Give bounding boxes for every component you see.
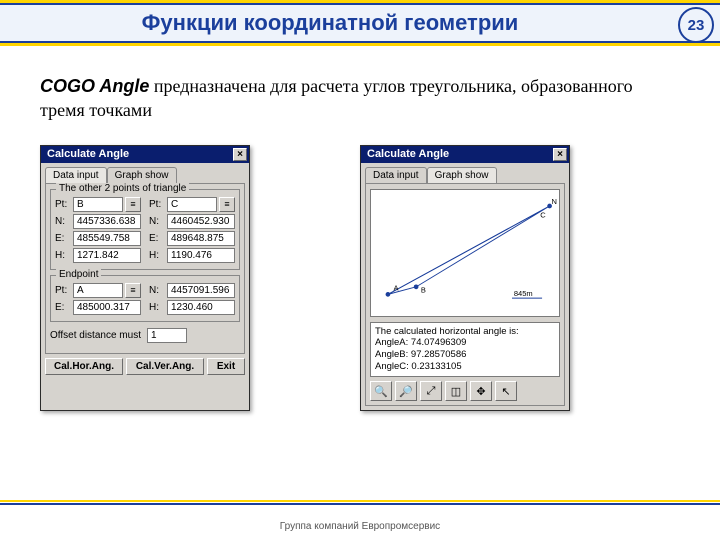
window-title: Calculate Angle [367,148,449,160]
point-label-a: A [394,283,399,292]
h-a-field[interactable]: 1230.460 [167,300,235,315]
list-icon[interactable]: ≡ [125,283,141,298]
n-b-field[interactable]: 4457336.638 [73,214,141,229]
h-label: H: [149,302,165,313]
result-line: AngleA: 74.07496309 [375,337,555,349]
h-label: H: [55,250,71,261]
tab-graph-show[interactable]: Graph show [107,167,177,183]
calc-hor-angle-button[interactable]: Cal.Hor.Ang. [45,358,123,375]
group-triangle-points: The other 2 points of triangle Pt:B≡ N:4… [50,189,240,270]
zoom-fit-icon[interactable]: ⤢ [420,381,442,401]
window-title: Calculate Angle [47,148,129,160]
tab-data-input[interactable]: Data input [45,167,107,183]
list-icon[interactable]: ≡ [125,197,141,212]
scale-label: 845m [514,289,533,298]
n-label: N: [149,216,165,227]
footer-rule-blue [0,503,720,505]
group-endpoint: Endpoint Pt:A≡ E:485000.317 N:4457091.59… [50,275,240,322]
h-label: H: [149,250,165,261]
n-a-field[interactable]: 4457091.596 [167,283,235,298]
pt-b-field[interactable]: B [73,197,123,212]
graph-canvas[interactable]: A B C N 845m [370,189,560,317]
footer-rule-yellow [0,500,720,502]
h-b-field[interactable]: 1271.842 [73,248,141,263]
tab-data-input[interactable]: Data input [365,167,427,183]
h-c-field[interactable]: 1190.476 [167,248,235,263]
result-box: The calculated horizontal angle is: Angl… [370,322,560,378]
exit-button[interactable]: Exit [207,358,245,375]
calculate-angle-window-graph: Calculate Angle × Data input Graph show … [360,145,570,412]
slide-description: COGO Angle предназначена для расчета угл… [40,74,680,123]
zoom-out-icon[interactable]: 🔎 [395,381,417,401]
list-icon[interactable]: ≡ [219,197,235,212]
e-c-field[interactable]: 489648.875 [167,231,235,246]
offset-label: Offset distance must [50,330,141,341]
tab-strip: Data input Graph show [365,167,565,183]
point-label-c: C [540,210,546,219]
page-number-badge: 23 [678,7,714,43]
e-label: E: [149,233,165,244]
close-icon[interactable]: × [233,148,247,161]
pan-icon[interactable]: ✥ [470,381,492,401]
zoom-select-icon[interactable]: ◫ [445,381,467,401]
e-label: E: [55,302,71,313]
window-titlebar: Calculate Angle × [41,146,249,163]
close-icon[interactable]: × [553,148,567,161]
tab-graph-show[interactable]: Graph show [427,167,497,183]
zoom-in-icon[interactable]: 🔍 [370,381,392,401]
pt-c-field[interactable]: C [167,197,217,212]
slide-header: Функции координатной геометрии 23 [0,0,720,46]
calc-ver-angle-button[interactable]: Cal.Ver.Ang. [126,358,204,375]
n-label: N: [149,285,165,296]
north-label: N [551,197,556,206]
graph-toolbar: 🔍 🔎 ⤢ ◫ ✥ ↖ [370,381,560,401]
pt-a-field[interactable]: A [73,283,123,298]
offset-field[interactable]: 1 [147,328,187,343]
group-legend: The other 2 points of triangle [56,183,189,194]
e-b-field[interactable]: 485549.758 [73,231,141,246]
select-icon[interactable]: ↖ [495,381,517,401]
pt-label: Pt: [149,199,165,210]
pt-label: Pt: [55,199,71,210]
point-label-b: B [421,285,426,294]
e-a-field[interactable]: 485000.317 [73,300,141,315]
result-line: AngleC: 0.23133105 [375,361,555,373]
e-label: E: [55,233,71,244]
n-c-field[interactable]: 4460452.930 [167,214,235,229]
tab-strip: Data input Graph show [45,167,245,183]
calculate-angle-window-data: Calculate Angle × Data input Graph show … [40,145,250,412]
footer-text: Группа компаний Европромсервис [0,521,720,532]
pt-label: Pt: [55,285,71,296]
feature-name: COGO Angle [40,76,149,96]
result-line: AngleB: 97.28570586 [375,349,555,361]
slide-title: Функции координатной геометрии [0,10,720,36]
n-label: N: [55,216,71,227]
window-titlebar: Calculate Angle × [361,146,569,163]
result-header: The calculated horizontal angle is: [375,326,555,338]
group-legend: Endpoint [56,269,101,280]
